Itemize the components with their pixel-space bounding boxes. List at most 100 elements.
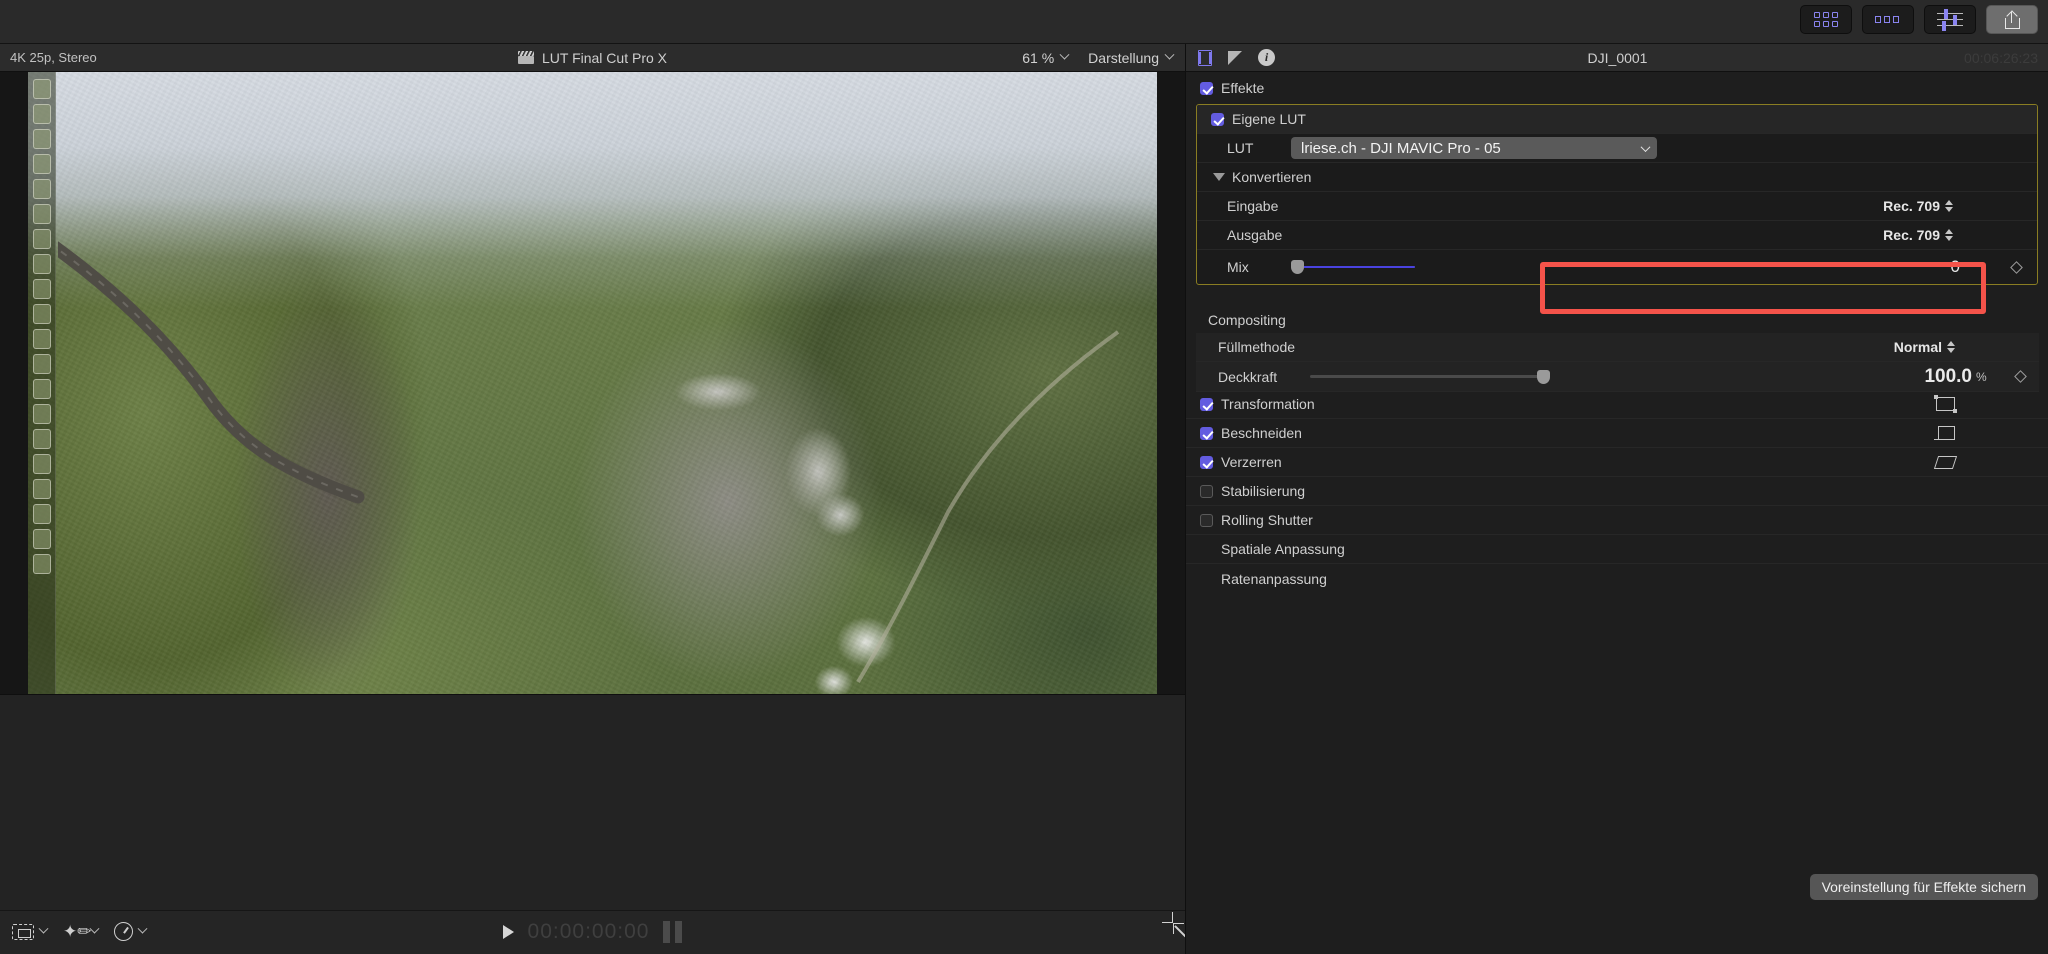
inspector-icon	[1937, 8, 1963, 31]
toggle-rolling-shutter[interactable]: Rolling Shutter	[1186, 506, 2048, 535]
beschneiden-label: Beschneiden	[1221, 425, 1302, 441]
disclosure-triangle-icon[interactable]	[1213, 173, 1225, 181]
save-effects-preset-button[interactable]: Voreinstellung für Effekte sichern	[1809, 874, 2038, 900]
distort-icon[interactable]	[1933, 455, 1958, 469]
inspector-header: i DJI_0001 00:06:26:23	[1186, 44, 2048, 72]
transformation-label: Transformation	[1221, 396, 1315, 412]
stepper-arrows-icon	[1945, 229, 1953, 241]
opacity-value[interactable]: 100.0	[1924, 366, 1972, 388]
row-ratenanpassung[interactable]: Ratenanpassung	[1186, 564, 2048, 593]
lut-input-value: Rec. 709	[1883, 198, 1940, 214]
filmstrip-cell	[32, 429, 51, 449]
filmstrip-overlay	[28, 72, 56, 694]
compositing-section: Compositing Füllmethode Normal Deckkraft	[1186, 307, 2048, 392]
blend-mode-value: Normal	[1893, 339, 1942, 355]
filmstrip-cell	[32, 554, 51, 574]
filmstrip-cell	[32, 154, 51, 174]
verzerren-label: Verzerren	[1221, 454, 1282, 470]
chevron-down-icon	[1164, 49, 1175, 60]
effects-checkbox[interactable]	[1200, 81, 1213, 95]
slider-knob[interactable]	[1537, 369, 1550, 384]
stepper-arrows-icon	[1945, 200, 1953, 212]
blend-mode-stepper[interactable]: Normal	[1894, 339, 1955, 355]
playhead-timecode[interactable]: 00:00:00:00	[528, 920, 650, 944]
page-title: LUT Final Cut Pro X	[541, 49, 667, 66]
section-verzerren[interactable]: Verzerren	[1186, 448, 2048, 477]
lut-input-row: Eingabe Rec. 709	[1197, 192, 2037, 221]
filmstrip-cell	[32, 354, 51, 374]
filmstrip-cell	[32, 129, 51, 149]
keyframe-diamond-icon[interactable]	[2010, 260, 2023, 274]
lut-output-label: Ausgabe	[1227, 227, 1283, 243]
zoom-level-menu[interactable]: 61 %	[1022, 49, 1070, 66]
filmstrip-cell	[32, 179, 51, 199]
rolling-shutter-checkbox[interactable]	[1200, 513, 1213, 527]
view-menu-label: Darstellung	[1088, 49, 1159, 66]
project-title-group: LUT Final Cut Pro X	[0, 50, 1185, 66]
clip-sections: Transformation Beschneiden Verzerren Sta…	[1186, 390, 2048, 593]
lut-mix-value[interactable]: 0	[1840, 257, 1960, 277]
custom-lut-group: Eigene LUT LUT lriese.ch - DJI MAVIC Pro…	[1196, 104, 2038, 285]
video-preview-image	[28, 72, 1157, 694]
inspector-body: Effekte Eigene LUT LUT lriese.ch - DJI M…	[1186, 72, 2048, 910]
chevron-down-icon	[1059, 49, 1070, 60]
slider-knob[interactable]	[1291, 260, 1304, 274]
lut-input-stepper[interactable]: Rec. 709	[1883, 198, 1953, 214]
filmstrip-cell	[32, 329, 51, 349]
lut-mix-slider[interactable]	[1291, 260, 1415, 274]
blend-mode-label: Füllmethode	[1218, 339, 1296, 355]
trail-overlay	[856, 330, 1120, 684]
lut-dropdown[interactable]: lriese.ch - DJI MAVIC Pro - 05	[1291, 137, 1657, 159]
inspector-duration-timecode: 00:06:26:23	[1964, 49, 2038, 66]
custom-lut-header[interactable]: Eigene LUT	[1197, 105, 2037, 134]
stabilisierung-label: Stabilisierung	[1221, 483, 1306, 499]
share-button[interactable]	[1986, 5, 2038, 34]
filmstrip-cell	[32, 204, 51, 224]
pause-icon[interactable]	[663, 921, 683, 943]
filmstrip-cell	[32, 304, 51, 324]
viewer-gutter-left	[0, 72, 28, 694]
lut-dropdown-value: lriese.ch - DJI MAVIC Pro - 05	[1301, 139, 1501, 157]
save-effects-preset-label: Voreinstellung für Effekte sichern	[1821, 879, 2026, 895]
opacity-slider[interactable]	[1310, 369, 1550, 384]
compositing-title-row: Compositing	[1186, 307, 2048, 333]
toolbar-right-group	[1800, 5, 2038, 34]
timeline-button[interactable]	[1862, 5, 1914, 34]
lut-input-label: Eingabe	[1227, 198, 1279, 214]
custom-lut-checkbox[interactable]	[1211, 112, 1224, 126]
lut-output-stepper[interactable]: Rec. 709	[1883, 227, 1953, 243]
view-menu[interactable]: Darstellung	[1088, 49, 1175, 66]
transform-icon[interactable]	[1934, 395, 1957, 413]
crop-icon[interactable]	[1934, 426, 1955, 441]
row-spatiale-anpassung[interactable]: Spatiale Anpassung	[1186, 535, 2048, 564]
zoom-level-value: 61 %	[1022, 49, 1055, 66]
stabilisierung-checkbox[interactable]	[1200, 484, 1213, 498]
inspector-button[interactable]	[1924, 5, 1976, 34]
convert-label: Konvertieren	[1232, 169, 1312, 185]
effects-row[interactable]: Effekte	[1186, 72, 2048, 104]
verzerren-checkbox[interactable]	[1200, 455, 1213, 469]
share-icon	[2004, 9, 2020, 29]
lut-select-row: LUT lriese.ch - DJI MAVIC Pro - 05	[1197, 134, 2037, 163]
transformation-checkbox[interactable]	[1200, 397, 1213, 411]
effects-label: Effekte	[1221, 80, 1265, 96]
clapperboard-icon	[517, 51, 534, 64]
convert-disclosure-row[interactable]: Konvertieren	[1197, 163, 2037, 192]
keyframe-diamond-icon[interactable]	[2014, 370, 2027, 383]
viewer-gutter-right	[1157, 72, 1185, 694]
toggle-stabilisierung[interactable]: Stabilisierung	[1186, 477, 2048, 506]
filmstrip-cell	[32, 404, 51, 424]
beschneiden-checkbox[interactable]	[1200, 426, 1213, 440]
section-transformation[interactable]: Transformation	[1186, 390, 2048, 419]
lut-mix-row: Mix 0	[1197, 250, 2037, 284]
play-icon[interactable]	[502, 925, 514, 939]
section-beschneiden[interactable]: Beschneiden	[1186, 419, 2048, 448]
slider-fill	[1297, 265, 1415, 269]
inspector-panel: i DJI_0001 00:06:26:23 Effekte Eigene LU…	[1185, 44, 2048, 954]
top-toolbar	[0, 0, 2048, 44]
filmstrip-cell	[32, 529, 51, 549]
custom-lut-label: Eigene LUT	[1232, 111, 1306, 127]
browser-button[interactable]	[1800, 5, 1852, 34]
stepper-arrows-icon	[1947, 341, 1955, 353]
viewer-canvas[interactable]	[0, 72, 1185, 694]
